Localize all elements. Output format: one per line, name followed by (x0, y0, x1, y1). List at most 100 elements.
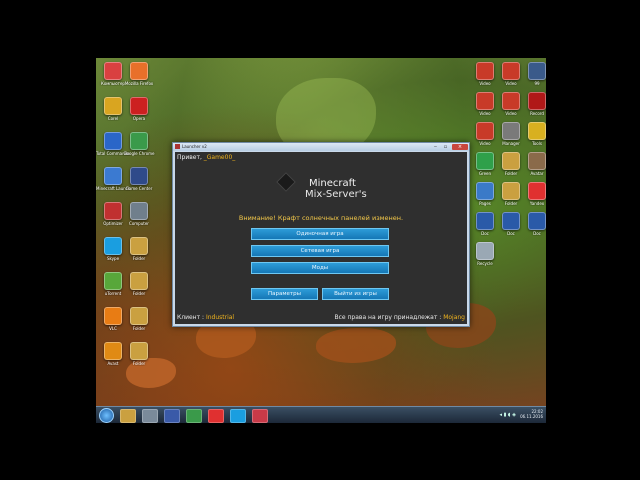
desktop-icon-label: Folder (132, 361, 146, 366)
app-icon (476, 122, 494, 140)
totalcmd-icon (104, 132, 122, 150)
desktop-icon[interactable]: Game Center (122, 167, 156, 191)
counter-icon (528, 62, 546, 80)
desktop-icon[interactable]: 99 (520, 62, 546, 86)
app-icon (476, 92, 494, 110)
desktop-icon[interactable]: Tools (520, 122, 546, 146)
yandex-icon (528, 182, 546, 200)
username: _Game00_ (203, 154, 236, 161)
client-value: Industrial (205, 314, 235, 321)
desktop-icon[interactable]: Opera (122, 97, 156, 121)
desktop-icon-label: Yandex (529, 201, 545, 206)
doc-icon (476, 212, 494, 230)
clock-date: 06.11.2016 (520, 414, 543, 419)
launcher-taskbar-button[interactable] (252, 409, 268, 423)
desktop-icon[interactable]: Folder (122, 342, 156, 366)
client-label: Клиент : (177, 314, 206, 321)
desktop-icon[interactable]: Avatar (520, 152, 546, 176)
green-icon (476, 152, 494, 170)
pages-icon (476, 182, 494, 200)
greeting: Привет, _Game00_ (177, 154, 235, 161)
tray-icons[interactable]: ◂ ▮ ◖ ◈ (499, 412, 516, 418)
desktop-icon[interactable]: Folder (122, 237, 156, 261)
settings-button[interactable]: Параметры (251, 288, 318, 300)
rights-owner: Mojang (443, 314, 465, 321)
client-info: Клиент : Industrial (177, 314, 234, 321)
start-button[interactable] (99, 408, 114, 423)
skype-taskbar-button[interactable] (230, 409, 246, 423)
yandex-taskbar-button[interactable] (208, 409, 224, 423)
record-icon (528, 92, 546, 110)
folder-icon (502, 152, 520, 170)
save-taskbar-button[interactable] (164, 409, 180, 423)
desktop-icon[interactable]: Folder (122, 272, 156, 296)
desktop-icon-label: Record (530, 111, 544, 116)
rights-label: Все права на игру принадлежат : (334, 314, 444, 321)
desktop-icon-label: Folder (132, 326, 146, 331)
folder-icon (130, 307, 148, 325)
exit-game-button[interactable]: Выйти из игры (322, 288, 389, 300)
system-clock[interactable]: 22:02 06.11.2016 (520, 409, 543, 419)
desktop-icon[interactable]: Google Chrome (122, 132, 156, 156)
desktop-icon-label: Doc (533, 231, 541, 236)
firefox-icon (130, 62, 148, 80)
media-taskbar-button[interactable] (142, 409, 158, 423)
computer-icon (104, 62, 122, 80)
app-icon (502, 92, 520, 110)
folder-icon (130, 342, 148, 360)
multiplayer-button[interactable]: Сетевая игра (251, 245, 389, 257)
folder-icon (502, 182, 520, 200)
desktop-icon-label: Game Center (125, 186, 153, 191)
game-center-icon (130, 167, 148, 185)
desktop-icon[interactable]: Record (520, 92, 546, 116)
opera-icon (130, 97, 148, 115)
desktop-icon[interactable]: Mozilla Firefox (122, 62, 156, 86)
desktop-icon[interactable]: Recycle (468, 242, 502, 266)
chrome-taskbar-button[interactable] (186, 409, 202, 423)
close-button[interactable]: × (452, 144, 468, 150)
brand-subtitle: Mix-Server's (305, 189, 367, 200)
vlc-icon (104, 307, 122, 325)
desktop-icon-label: Mozilla Firefox (124, 81, 154, 86)
explorer-taskbar-button[interactable] (120, 409, 136, 423)
skype-icon (104, 237, 122, 255)
game-icon (104, 167, 122, 185)
minimize-button[interactable]: ‒ (431, 144, 440, 150)
manager-icon (502, 122, 520, 140)
desktop-icon[interactable]: Doc (520, 212, 546, 236)
rights-info: Все права на игру принадлежат : Mojang (335, 314, 466, 321)
wallpaper-leaf (316, 328, 396, 363)
desktop-icon-label: Opera (132, 116, 146, 121)
app-icon (502, 62, 520, 80)
launcher-app-icon (175, 144, 180, 149)
launcher-titlebar[interactable]: Launcher v2 ‒ ▫ × (173, 143, 469, 151)
desktop-icon-label: Avatar (530, 171, 544, 176)
desktop-icon-label: Folder (132, 256, 146, 261)
desktop-icon[interactable]: Computer (122, 202, 156, 226)
pc-icon (130, 202, 148, 220)
desktop-icon-label: Computer (129, 221, 149, 226)
desktop-icon-label: Tools (532, 141, 542, 146)
desktop-icon-label: Google Chrome (123, 151, 155, 156)
desktop-icon[interactable]: Folder (122, 307, 156, 331)
chrome-icon (130, 132, 148, 150)
app-icon (476, 62, 494, 80)
utorrent-icon (104, 272, 122, 290)
mods-button[interactable]: Моды (251, 262, 389, 274)
maximize-button[interactable]: ▫ (441, 144, 450, 150)
folder-icon (130, 237, 148, 255)
desktop-icon-label: Recycle (477, 261, 493, 266)
folder-icon (104, 97, 122, 115)
taskbar: ◂ ▮ ◖ ◈ 22:02 06.11.2016 (96, 406, 546, 423)
desktop-icon[interactable]: Yandex (520, 182, 546, 206)
brand-title: Minecraft (309, 178, 356, 189)
launcher-title: Launcher v2 (182, 144, 207, 149)
avatar-icon (528, 152, 546, 170)
singleplayer-button[interactable]: Одиночная игра (251, 228, 389, 240)
desktop-icon-label: 99 (534, 81, 540, 86)
optimizer-icon (104, 202, 122, 220)
doc-icon (528, 212, 546, 230)
desktop-icon-label: Folder (132, 291, 146, 296)
greeting-text: Привет, (177, 154, 204, 161)
launcher-window: Launcher v2 ‒ ▫ × Привет, _Game00_ Minec… (172, 142, 470, 327)
